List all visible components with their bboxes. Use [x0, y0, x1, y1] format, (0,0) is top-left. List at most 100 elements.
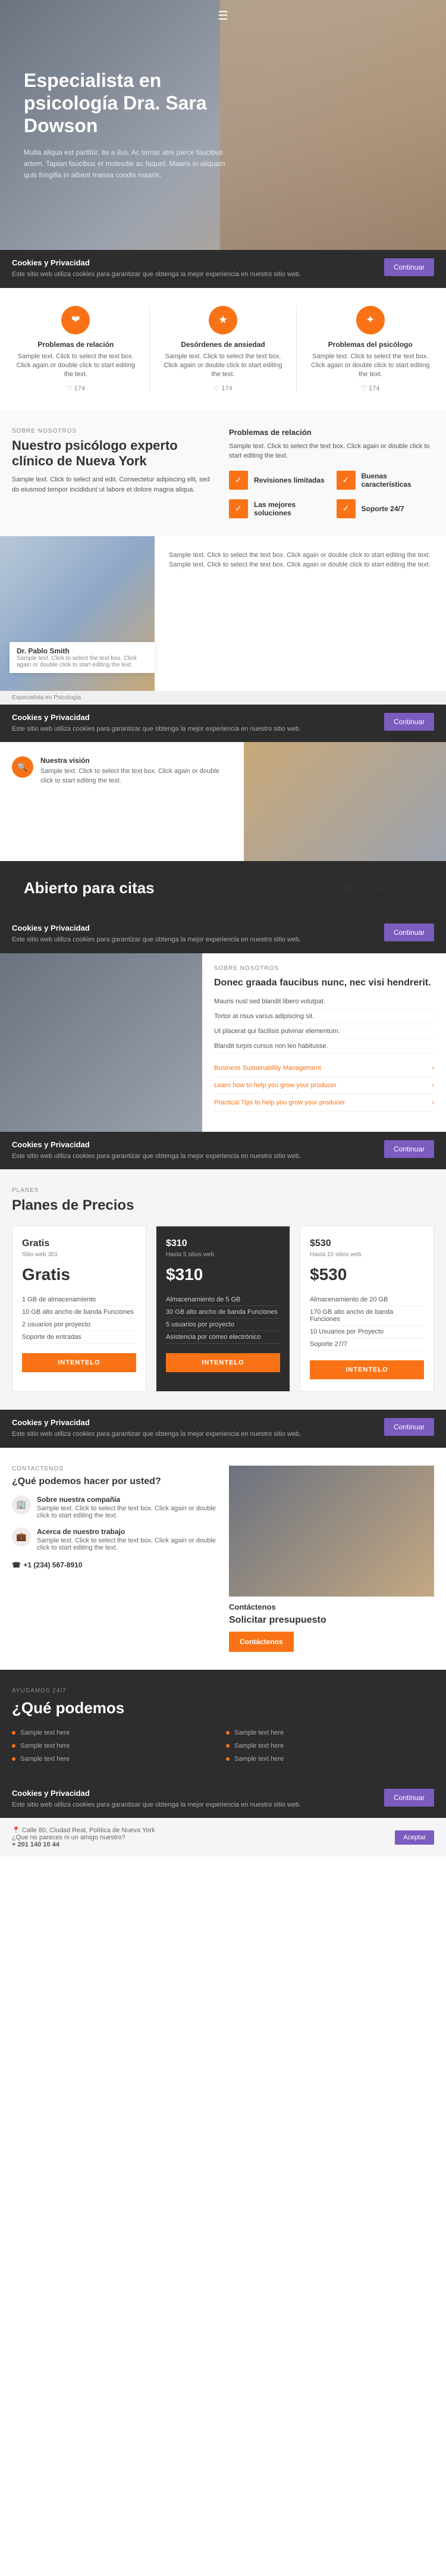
blog-link-text-3[interactable]: Practical Tips to help you grow your pro…: [214, 1099, 345, 1106]
contact-building-icon: 🏢: [12, 1495, 31, 1514]
cap-dot-3: [12, 1744, 15, 1748]
contact-phone[interactable]: ☎ +1 (234) 567-8910: [12, 1560, 217, 1570]
plan-feature-310-1: Almacenamiento de 5 GB: [166, 1294, 280, 1306]
check-icon-1: ✓: [229, 471, 248, 490]
plan-price-free: Gratis: [22, 1265, 136, 1284]
capabilities-title: ¿Qué podemos: [12, 1699, 434, 1717]
contact-section: CONTACTENOS ¿Qué podemos hacer por usted…: [0, 1448, 446, 1670]
cookie-desc-1: Este sitio web utiliza cookies para gara…: [12, 270, 375, 280]
capability-4: Sample text here: [226, 1742, 434, 1749]
vision-content: 🔍 Nuestra visión Sample text. Click to s…: [0, 742, 244, 861]
contact-right-label: Contáctenos: [229, 1602, 434, 1611]
plan-name-free: Gratis: [22, 1238, 136, 1249]
location-icon: 📍: [12, 1827, 20, 1834]
plan-feature-530-2: 170 GB alto ancho de banda Funciones: [310, 1306, 424, 1326]
menu-icon[interactable]: ☰: [218, 8, 228, 23]
cookie-banner-1: Cookies y Privacidad Este sitio web util…: [0, 250, 446, 288]
contact-item-title-2: Acerca de nuestro trabajo: [37, 1528, 217, 1536]
pricing-grid: Gratis Sitio web 301 Gratis 1 GB de alma…: [12, 1226, 434, 1392]
vision-desc-1: Sample text. Click to select the text bo…: [40, 767, 232, 785]
blog-link-text-1[interactable]: Business Sustainability Management: [214, 1065, 321, 1072]
card-desc-2: Sample text. Click to select the text bo…: [159, 352, 287, 380]
doctor-text: Sample text. Click to select the text bo…: [155, 536, 446, 691]
cards-section: ❤ Problemas de relación Sample text. Cli…: [0, 288, 446, 410]
contact-label: CONTACTENOS: [12, 1466, 217, 1472]
cap-text-2: Sample text here: [234, 1729, 284, 1736]
blog-link-2[interactable]: Learn how to help you grow your producer…: [214, 1077, 434, 1094]
check-icon-3: ✓: [229, 499, 248, 518]
cookie-text-2: Cookies y Privacidad Este sitio web util…: [12, 713, 375, 734]
hero-title: Especialista en psicología Dra. Sara Dow…: [24, 69, 226, 137]
cookie-banner-3: Cookies y Privacidad Este sitio web util…: [0, 915, 446, 953]
card-title-2: Desórdenes de ansiedad: [159, 340, 287, 349]
plan-feature-310-2: 30 GB alto ancho de banda Funciones: [166, 1306, 280, 1319]
contact-right-button[interactable]: Contáctenos: [229, 1632, 294, 1652]
cookie-banner-4: Cookies y Privacidad Este sitio web util…: [0, 1132, 446, 1170]
plan-button-530[interactable]: INTENTELO: [310, 1360, 424, 1379]
appointment-banner: Abierto para citas ☎ +1 (234) 567-8910: [0, 861, 446, 915]
plan-desc-310: Hasta 5 sitios web: [166, 1251, 280, 1258]
features-grid: ✓ Revisiones limitadas ✓ Buenas caracter…: [229, 461, 434, 518]
cookie-button-3[interactable]: Continuar: [384, 924, 434, 941]
contact-item-desc-1: Sample text. Click to select the text bo…: [37, 1505, 217, 1519]
footer-accept-button[interactable]: Aceptar: [395, 1830, 434, 1845]
contact-right: Contáctenos Solicitar presupuesto Contác…: [229, 1466, 434, 1652]
cap-text-1: Sample text here: [20, 1729, 70, 1736]
cap-text-6: Sample text here: [234, 1755, 284, 1763]
blog-link-3[interactable]: Practical Tips to help you grow your pro…: [214, 1094, 434, 1112]
check-icon-2: ✓: [337, 471, 356, 490]
card-star-icon: ★: [209, 306, 237, 334]
cookie-button-2[interactable]: Continuar: [384, 713, 434, 731]
vision-image: [244, 742, 446, 861]
plan-button-free[interactable]: INTENTELO: [22, 1353, 136, 1372]
capability-5: Sample text here: [12, 1755, 220, 1763]
hero-description: Multa aliqua est partitür, ite a ilus. A…: [24, 147, 226, 181]
blog-link-1[interactable]: Business Sustainability Management ›: [214, 1060, 434, 1077]
blog-arrow-3: ›: [432, 1099, 434, 1106]
plan-feature-310-3: 5 usuarios por proyecto: [166, 1319, 280, 1331]
cookie-text-6: Cookies y Privacidad Este sitio web util…: [12, 1789, 375, 1810]
card-anxiety: ★ Desórdenes de ansiedad Sample text. Cl…: [159, 306, 287, 392]
cookie-banner-2: Cookies y Privacidad Este sitio web util…: [0, 705, 446, 743]
doctor-title-badge: Sample text. Click to select the text bo…: [17, 655, 147, 668]
cookie-button-4[interactable]: Continuar: [384, 1140, 434, 1158]
footer-phone[interactable]: + 201 140 10 44: [12, 1841, 155, 1848]
cookie-desc-2: Este sitio web utiliza cookies para gara…: [12, 724, 375, 734]
about-left: SOBRE NOSOTROS Nuestro psicólogo experto…: [12, 428, 217, 518]
pricing-card-530: $530 Hasta 10 sitios web $530 Almacenami…: [300, 1226, 434, 1392]
cap-text-4: Sample text here: [234, 1742, 284, 1749]
about-description: Sample text. Click to select and edit. C…: [12, 475, 217, 494]
cookie-text-4: Cookies y Privacidad Este sitio web util…: [12, 1140, 375, 1162]
blog-image: [0, 953, 202, 1132]
appointment-title: Abierto para citas: [24, 879, 155, 897]
card-count-1: ♡ 174: [12, 384, 140, 392]
contact-item-title-1: Sobre nuestra compañía: [37, 1495, 217, 1504]
blog-link-text-2[interactable]: Learn how to help you grow your producer: [214, 1082, 337, 1089]
capability-1: Sample text here: [12, 1729, 220, 1736]
about-label: SOBRE NOSOTROS: [12, 428, 217, 434]
cookie-button-6[interactable]: Continuar: [384, 1789, 434, 1807]
cookie-button-5[interactable]: Continuar: [384, 1418, 434, 1436]
cookie-title-4: Cookies y Privacidad: [12, 1140, 375, 1149]
pricing-label: PLANES: [12, 1187, 434, 1194]
contact-briefcase-icon: 💼: [12, 1528, 31, 1547]
cookie-button-1[interactable]: Continuar: [384, 258, 434, 276]
plan-feature-free-3: 2 usuarios por proyecto: [22, 1319, 136, 1331]
capability-6: Sample text here: [226, 1755, 434, 1763]
footer-address-block: 📍 Calle 80, Ciudad Real, Política de Nue…: [12, 1826, 155, 1848]
footer-address-line2: ¿Que no pareces ni un amigo nuestro?: [12, 1834, 155, 1841]
feature-item-1: ✓ Revisiones limitadas: [229, 471, 327, 490]
feature-item-2: ✓ Buenas características: [337, 471, 435, 490]
cookie-desc-6: Este sitio web utiliza cookies para gara…: [12, 1800, 375, 1810]
appointment-phone[interactable]: ☎ +1 (234) 567-8910: [341, 883, 422, 893]
cap-dot-2: [226, 1731, 230, 1735]
plan-button-310[interactable]: INTENTELO: [166, 1353, 280, 1372]
cookie-text-5: Cookies y Privacidad Este sitio web util…: [12, 1418, 375, 1439]
cap-dot-6: [226, 1757, 230, 1761]
cookie-desc-5: Este sitio web utiliza cookies para gara…: [12, 1429, 375, 1439]
blog-list-item-4: Blandit turpis cursus non leo habitusse.: [214, 1039, 434, 1054]
about-section: SOBRE NOSOTROS Nuestro psicólogo experto…: [0, 410, 446, 536]
capabilities-section: AYUDAMOS 24/7 ¿Qué podemos Sample text h…: [0, 1670, 446, 1780]
about-title: Nuestro psicólogo experto clínico de Nue…: [12, 438, 217, 469]
hero-section: ☰ Especialista en psicología Dra. Sara D…: [0, 0, 446, 250]
